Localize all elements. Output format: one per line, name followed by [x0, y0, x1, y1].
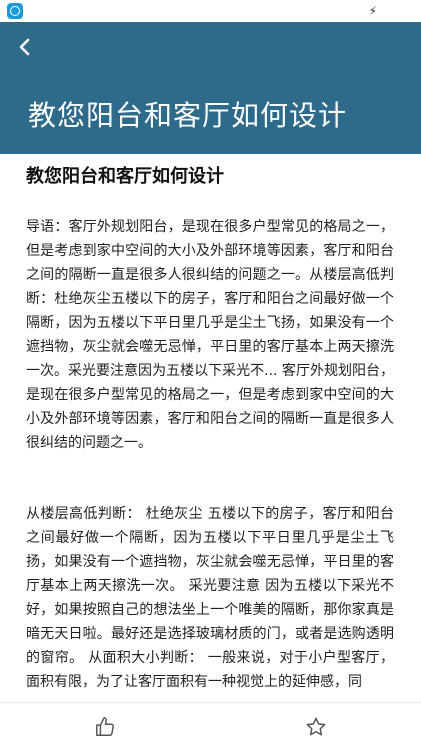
status-bar: ⚡	[0, 0, 421, 22]
back-button[interactable]	[10, 32, 40, 62]
article-title: 教您阳台和客厅如何设计	[26, 166, 224, 187]
thumbs-up-icon	[96, 717, 114, 736]
favorite-button[interactable]	[302, 713, 330, 741]
screen: ⚡ 教您阳台和客厅如何设计 教您阳台和客厅如何设计 导语：客厅外规划阳台，是现在…	[0, 0, 421, 750]
lightning-bolt-icon: ⚡	[368, 4, 377, 18]
like-button[interactable]	[91, 713, 119, 741]
page-title: 教您阳台和客厅如何设计	[28, 99, 348, 132]
article-content[interactable]: 教您阳台和客厅如何设计 导语：客厅外规划阳台，是现在很多户型常见的格局之一，但是…	[0, 154, 421, 702]
app-circle-icon	[7, 3, 23, 19]
bottom-action-bar	[0, 702, 421, 750]
app-header: 教您阳台和客厅如何设计	[0, 22, 421, 154]
star-icon	[306, 717, 326, 736]
article-paragraph: 导语：客厅外规划阳台，是现在很多户型常见的格局之一，但是考虑到家中空间的大小及外…	[26, 219, 394, 451]
chevron-left-icon	[19, 38, 30, 56]
article-paragraph: 从楼层高低判断： 杜绝灰尘 五楼以下的房子，客厅和阳台之间最好做一个隔断，因为五…	[26, 506, 394, 690]
